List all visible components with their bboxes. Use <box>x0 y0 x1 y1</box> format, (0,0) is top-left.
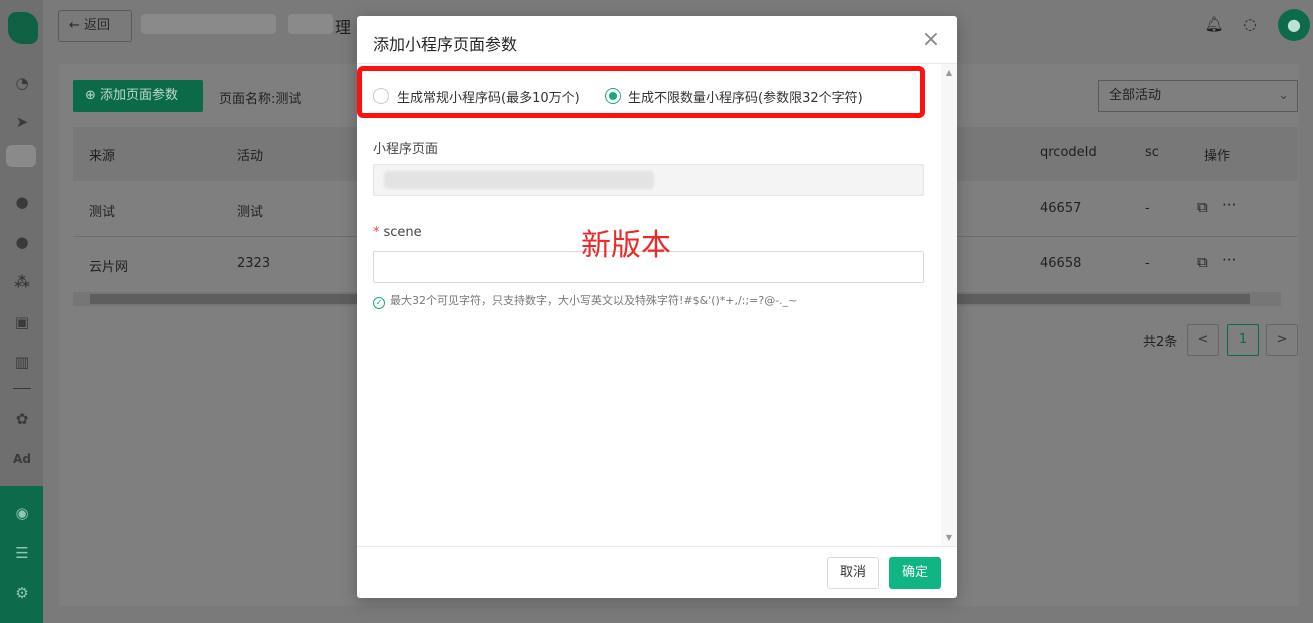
modal-title: 添加小程序页面参数 <box>373 35 518 54</box>
activity-select[interactable]: 全部活动 ⌄ <box>1098 80 1298 112</box>
radio-unlimited-code[interactable] <box>605 88 621 104</box>
scene-label: * scene <box>373 225 422 240</box>
chevron-down-icon: ⌄ <box>1278 88 1289 103</box>
modal-header: 添加小程序页面参数 × <box>357 16 957 64</box>
close-icon[interactable]: × <box>919 28 943 52</box>
radio-unlimited-code-label[interactable]: 生成不限数量小程序码(参数限32个字符) <box>628 87 863 106</box>
dashboard-icon[interactable]: ◔ <box>13 74 31 92</box>
column-header-scene: sc <box>1145 145 1159 160</box>
table-cell-source: 云片网 <box>89 260 129 275</box>
sidebar-divider <box>13 388 31 389</box>
bar-chart-icon[interactable]: ▥ <box>13 353 31 371</box>
send-icon[interactable]: ➤ <box>13 113 31 131</box>
page-title: 理 <box>335 18 352 37</box>
modal-footer: 取消 确定 <box>357 546 957 598</box>
more-icon[interactable]: ··· <box>1222 196 1236 214</box>
app-logo <box>8 12 38 44</box>
more-icon[interactable]: ··· <box>1222 251 1236 269</box>
annotation-text: 新版本 <box>581 228 671 263</box>
pagination-prev-button[interactable]: < <box>1187 324 1219 356</box>
table-cell-activity: 2323 <box>237 256 271 271</box>
pagination-next-button[interactable]: > <box>1266 324 1298 356</box>
cancel-button[interactable]: 取消 <box>827 557 879 589</box>
users-icon[interactable]: ● <box>13 233 31 251</box>
mini-page-input <box>373 164 924 196</box>
bell-icon[interactable]: 🔔︎ <box>1204 15 1224 35</box>
back-button[interactable]: ← 返回 <box>58 10 132 42</box>
user-icon[interactable]: ● <box>13 193 31 211</box>
radio-regular-code[interactable] <box>373 88 389 104</box>
column-header-activity: 活动 <box>237 149 264 164</box>
table-cell-qrcodeid: 46657 <box>1040 201 1082 216</box>
column-header-qrcodeid: qrcodeId <box>1040 145 1097 160</box>
arrow-left-icon: ← <box>69 18 85 33</box>
page-name-label: 页面名称:测试 <box>219 92 302 107</box>
wechat-icon[interactable]: ✿ <box>13 410 31 428</box>
column-header-actions: 操作 <box>1204 149 1231 164</box>
check-circle-icon: ✓ <box>373 297 385 309</box>
table-cell-scene: - <box>1145 201 1150 216</box>
group-icon[interactable]: ⁂ <box>13 273 31 291</box>
ad-icon[interactable]: Ad <box>13 450 31 468</box>
required-mark: * <box>373 225 380 240</box>
sidebar-active-group: ◉ ☰ ⚙ <box>0 486 43 623</box>
avatar[interactable]: ● <box>1278 9 1310 41</box>
copy-icon[interactable]: ⧉ <box>1197 253 1208 271</box>
table-cell-qrcodeid: 46658 <box>1040 256 1082 271</box>
miniprogram-icon[interactable]: ◉ <box>13 504 31 522</box>
table-cell-activity: 测试 <box>237 205 264 220</box>
chat-icon[interactable]: ◌ <box>1240 15 1260 35</box>
column-header-source: 来源 <box>89 149 116 164</box>
sidebar: ◔ ➤ ● ● ⁂ ▣ ▥ ✿ Ad ◉ ☰ ⚙ <box>0 0 43 623</box>
scene-hint: ✓ 最大32个可见字符，只支持数字，大小写英文以及特殊字符!#$&'()*+,/:… <box>373 292 797 309</box>
radio-regular-code-label[interactable]: 生成常规小程序码(最多10万个) <box>397 87 580 106</box>
scroll-up-icon[interactable]: ▲ <box>944 68 954 77</box>
table-cell-scene: - <box>1145 256 1150 271</box>
blurred-nav-item[interactable] <box>6 145 36 167</box>
copy-icon[interactable]: ⧉ <box>1197 198 1208 216</box>
blurred-breadcrumb <box>288 14 333 34</box>
table-cell-source: 测试 <box>89 205 116 220</box>
scroll-down-icon[interactable]: ▼ <box>944 533 954 542</box>
add-page-param-button[interactable]: ⊕ 添加页面参数 <box>73 80 203 112</box>
list-icon[interactable]: ☰ <box>13 544 31 562</box>
bookmark-icon[interactable]: ▣ <box>13 313 31 331</box>
modal-scrollbar[interactable]: ▲ ▼ <box>941 64 957 546</box>
pagination-total: 共2条 <box>1143 335 1178 350</box>
plus-circle-icon: ⊕ <box>85 88 101 103</box>
blurred-breadcrumb <box>141 14 276 34</box>
blurred-value <box>384 171 654 189</box>
gear-icon[interactable]: ⚙ <box>13 584 31 602</box>
mini-page-label: 小程序页面 <box>373 142 439 157</box>
pagination-page-1[interactable]: 1 <box>1227 324 1259 356</box>
add-param-modal: 添加小程序页面参数 × 生成常规小程序码(最多10万个) 生成不限数量小程序码(… <box>357 16 957 598</box>
confirm-button[interactable]: 确定 <box>889 557 941 589</box>
